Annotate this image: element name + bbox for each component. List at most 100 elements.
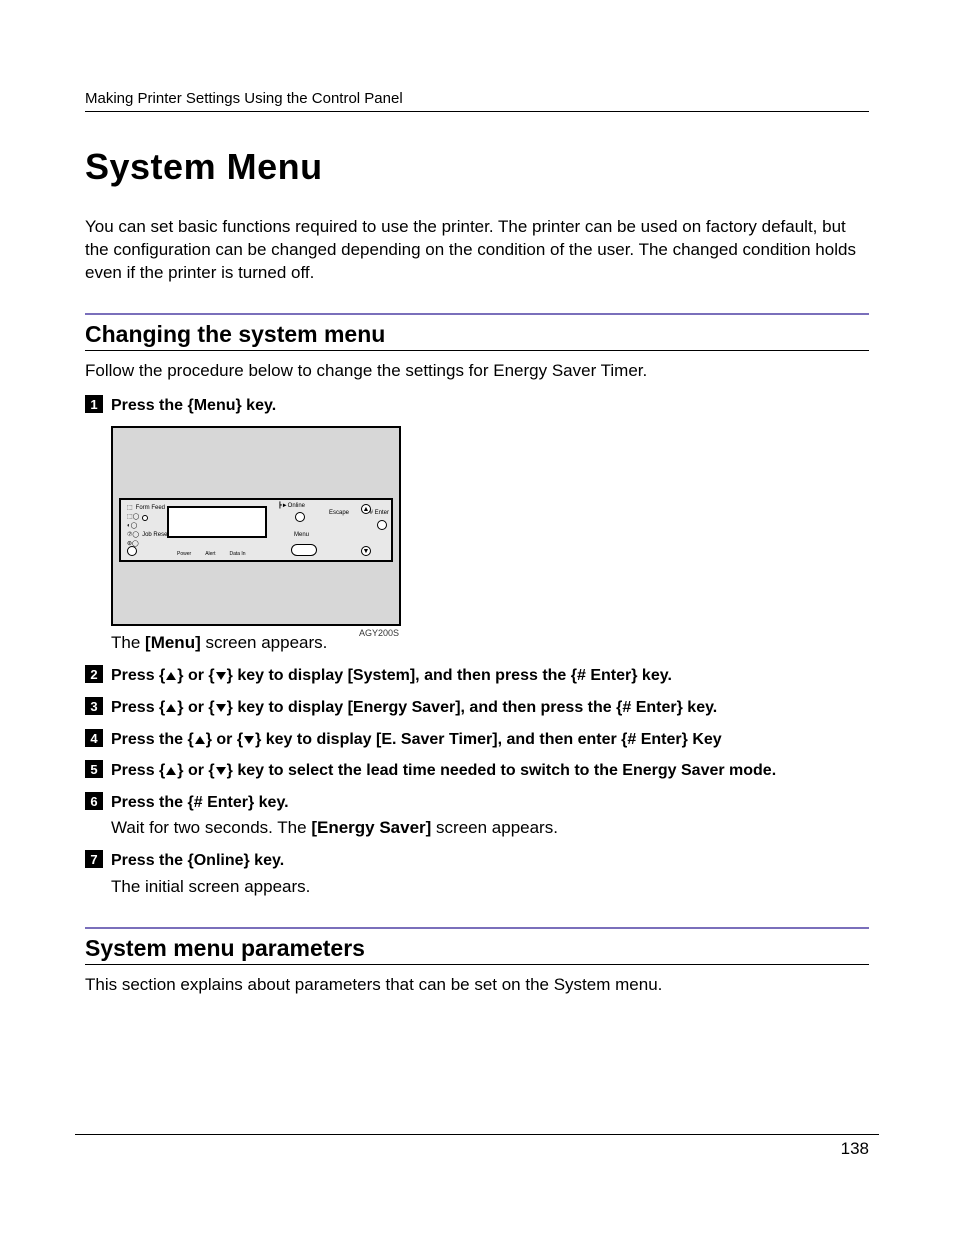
svg-text:2: 2 — [90, 667, 97, 682]
text: or — [184, 762, 209, 779]
formfeed-label: Form Feed — [136, 504, 165, 513]
step-7-body: The initial screen appears. — [111, 876, 869, 899]
up-arrow-icon — [165, 670, 177, 682]
step-1-title: Press the {Menu} key. — [111, 395, 276, 417]
text: Press the — [111, 397, 187, 414]
alert-label: Alert — [205, 551, 215, 557]
enter-label: # Enter — [370, 510, 389, 516]
text: , and then enter — [498, 731, 622, 748]
section2-lead: This section explains about parameters t… — [85, 975, 869, 995]
down-arrow-icon — [215, 670, 227, 682]
text: or — [184, 667, 209, 684]
section-underline — [85, 350, 869, 351]
step-6-body: Wait for two seconds. The [Energy Saver]… — [111, 817, 869, 840]
text: Wait for two seconds. The — [111, 818, 311, 837]
text: Press the — [111, 794, 187, 811]
text: Press — [111, 762, 159, 779]
online-button — [295, 512, 305, 522]
text: screen appears. — [431, 818, 558, 837]
step-2: 2 Press {} or {} key to display [System]… — [85, 665, 869, 687]
section-underline — [85, 964, 869, 965]
text: or — [212, 731, 237, 748]
screen-name: [E. Saver Timer] — [376, 731, 498, 748]
step-number-icon: 1 — [85, 395, 105, 415]
svg-text:4: 4 — [90, 731, 98, 746]
svg-text:5: 5 — [90, 762, 97, 777]
svg-text:6: 6 — [90, 794, 97, 809]
enter-button — [377, 520, 387, 530]
step-2-title: Press {} or {} key to display [System], … — [111, 665, 672, 687]
section-heading-parameters: System menu parameters — [85, 935, 869, 962]
down-arrow-icon — [215, 702, 227, 714]
page-number: 138 — [841, 1139, 869, 1159]
section-lead: Follow the procedure below to change the… — [85, 361, 869, 381]
power-label: Power — [177, 551, 191, 557]
enter-key-label: # Enter — [577, 667, 631, 684]
step-5-title: Press {} or {} key to select the lead ti… — [111, 760, 776, 782]
svg-text:3: 3 — [90, 699, 97, 714]
screen-name: [Menu] — [145, 633, 201, 652]
step-number-icon: 2 — [85, 665, 105, 685]
step-number-icon: 3 — [85, 697, 105, 717]
control-panel-illustration: ⬚Form Feed ⬚◯ ◐◯ ⑦◯Job Reset ⊛◯ Power Al… — [111, 426, 869, 626]
text: Press — [111, 699, 159, 716]
step-4: 4 Press the {} or {} key to display [E. … — [85, 729, 869, 751]
section-divider — [85, 313, 869, 315]
lcd-screen — [167, 506, 267, 538]
step-3: 3 Press {} or {} key to display [Energy … — [85, 697, 869, 719]
svg-text:1: 1 — [90, 397, 97, 412]
illustration-code: AGY200S — [359, 628, 399, 638]
step-6: 6 Press the {# Enter} key. Wait for two … — [85, 792, 869, 841]
enter-key-label: # Enter — [622, 699, 676, 716]
menu-key-label: Menu — [194, 397, 236, 414]
screen-name: [System] — [348, 667, 416, 684]
online-key-label: Online — [194, 852, 244, 869]
enter-key-label: # Enter — [194, 794, 248, 811]
text: key. — [254, 794, 288, 811]
text: Press the — [111, 852, 187, 869]
text: key. — [637, 667, 671, 684]
text: key. — [250, 852, 284, 869]
up-arrow-icon — [194, 734, 206, 746]
enter-key-label: # Enter — [627, 731, 681, 748]
section-divider — [85, 927, 869, 929]
step-3-title: Press {} or {} key to display [Energy Sa… — [111, 697, 717, 719]
section-heading-changing: Changing the system menu — [85, 321, 869, 348]
datain-label: Data In — [229, 551, 245, 557]
text: key to select the lead time needed to sw… — [233, 762, 776, 779]
step-7-title: Press the {Online} key. — [111, 850, 284, 872]
svg-text:7: 7 — [90, 852, 97, 867]
screen-name: [Energy Saver] — [348, 699, 461, 716]
menu-label: Menu — [294, 532, 309, 538]
down-arrow-icon — [215, 765, 227, 777]
escape-label: Escape — [329, 510, 349, 516]
text: screen appears. — [201, 633, 328, 652]
down-button: ▼ — [361, 546, 371, 556]
step-4-title: Press the {} or {} key to display [E. Sa… — [111, 729, 722, 751]
step-1-body: The [Menu] screen appears. — [111, 632, 869, 655]
down-arrow-icon — [243, 734, 255, 746]
text: Key — [688, 731, 722, 748]
online-label: ┣►Online — [278, 502, 305, 509]
text: key. — [683, 699, 717, 716]
step-5: 5 Press {} or {} key to select the lead … — [85, 760, 869, 782]
text: or — [184, 699, 209, 716]
text: key to display — [233, 667, 348, 684]
step-number-icon: 5 — [85, 760, 105, 780]
intro-paragraph: You can set basic functions required to … — [85, 216, 869, 285]
step-7: 7 Press the {Online} key. The initial sc… — [85, 850, 869, 899]
text: Press the — [111, 731, 187, 748]
text: , and then press the — [415, 667, 571, 684]
menu-button — [291, 544, 317, 556]
text: The initial screen appears. — [111, 877, 310, 896]
text: , and then press the — [461, 699, 617, 716]
step-1: 1 Press the {Menu} key. ⬚Form Feed ⬚◯ ◐◯… — [85, 395, 869, 656]
footer-rule — [75, 1134, 879, 1135]
up-arrow-icon — [165, 765, 177, 777]
up-arrow-icon — [165, 702, 177, 714]
page: Making Printer Settings Using the Contro… — [0, 0, 954, 1235]
step-number-icon: 7 — [85, 850, 105, 870]
screen-name: [Energy Saver] — [311, 818, 431, 837]
text: The — [111, 633, 145, 652]
text: key to display — [261, 731, 376, 748]
